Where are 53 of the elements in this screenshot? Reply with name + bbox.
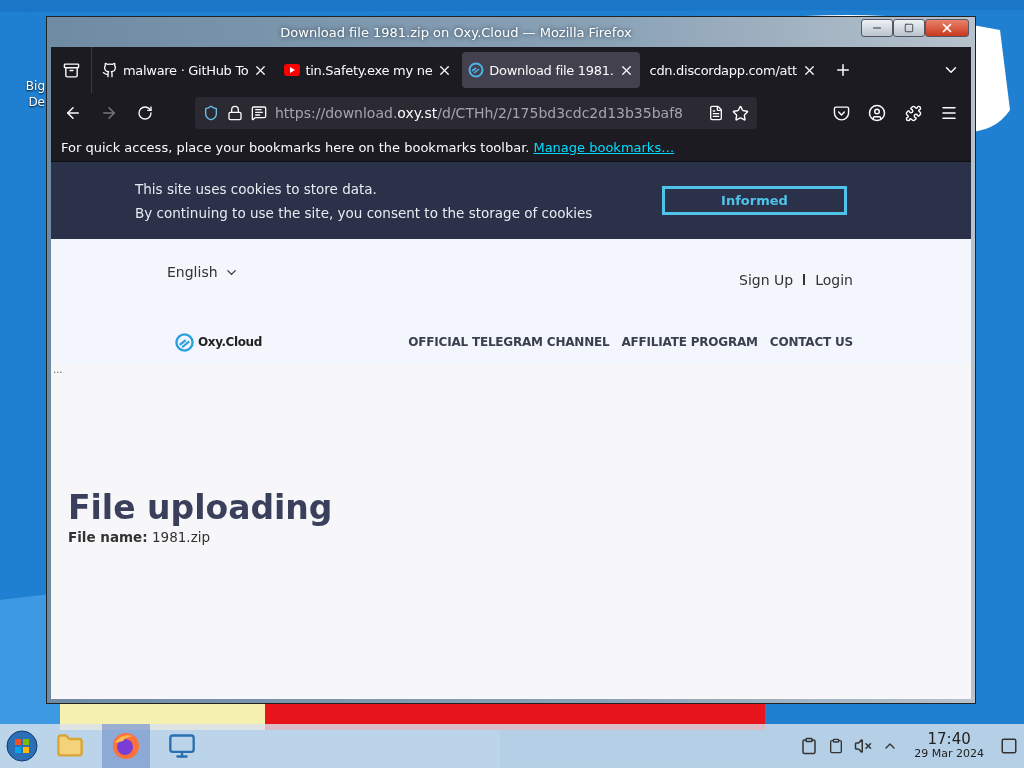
nav-link[interactable]: CONTACT US	[769, 334, 853, 364]
reader-view-icon[interactable]	[708, 105, 724, 121]
language-selector[interactable]: English	[167, 259, 409, 285]
user-icon	[868, 104, 886, 122]
sign-up-link[interactable]: Sign Up	[739, 271, 794, 288]
taskbar-app[interactable]	[102, 724, 150, 768]
login-link[interactable]: Login	[815, 271, 853, 288]
cookie-text: This site uses cookies to store data.	[135, 180, 378, 197]
nav-link[interactable]: AFFILIATE PROGRAM	[621, 334, 758, 364]
logo-text: Oxy.Cloud	[198, 335, 262, 350]
shield-icon[interactable]	[203, 105, 219, 121]
monitor-icon	[168, 732, 196, 760]
bookmark-star-icon[interactable]	[732, 104, 749, 122]
close-button[interactable]	[925, 19, 969, 37]
browser-tab[interactable]: cdn.discordapp.com/att	[643, 52, 823, 88]
informed-button[interactable]: Informed	[662, 186, 847, 215]
lock-icon[interactable]	[227, 105, 243, 121]
puzzle-icon	[904, 104, 922, 122]
clock[interactable]: 17:40 29 Mar 2024	[908, 731, 990, 761]
ellipsis-text: ...	[52, 364, 64, 376]
github-icon	[102, 62, 118, 78]
show-desktop-icon[interactable]	[1000, 737, 1018, 755]
muted-speaker-icon[interactable]	[854, 737, 873, 755]
reload-icon	[137, 105, 153, 121]
maximize-button[interactable]	[893, 19, 925, 37]
clipboard-icon[interactable]	[800, 737, 819, 755]
bookmarks-message: For quick access, place your bookmarks here on the bookmarks toolbar.	[61, 139, 530, 155]
browser-tab[interactable]: tin.Safety.exe my ne	[278, 52, 459, 88]
page-heading: File uploading	[68, 488, 334, 527]
logo-icon	[175, 332, 194, 352]
browser-tab[interactable]: malware · GitHub To	[96, 52, 275, 88]
play-icon	[284, 64, 301, 76]
archive-icon	[62, 61, 80, 79]
file-name-text: File name: 1981.zip	[68, 529, 212, 545]
desktop-icon-label[interactable]: Big	[25, 78, 45, 94]
firefox-icon	[111, 731, 141, 761]
menu-icon	[940, 104, 958, 122]
close-icon	[940, 21, 954, 35]
pocket-icon	[832, 104, 850, 122]
start-button[interactable]	[6, 730, 38, 762]
url-field[interactable]: https://download.oxy.st/d/CTHh/2/175bd3cdc2d13b35baf8	[195, 97, 757, 129]
manage-bookmarks-link[interactable]: Manage bookmarks…	[533, 139, 675, 155]
cookie-text: By continuing to use the site, you consent to the storage of cookies	[135, 204, 594, 221]
window-title: Download file 1981.zip on Oxy.Cloud — Mozilla Firefox	[279, 24, 633, 40]
minimize-button[interactable]	[861, 19, 893, 37]
browser-tab[interactable]: Download file 1981.	[462, 52, 640, 88]
forward-arrow-icon	[100, 104, 118, 122]
folder-icon	[56, 732, 84, 760]
maximize-icon	[904, 23, 914, 33]
desktop-icon-label[interactable]: De	[28, 94, 45, 110]
cloud-swirl-icon	[468, 62, 485, 78]
permissions-icon[interactable]	[251, 105, 267, 121]
nav-link[interactable]: OFFICIAL TELEGRAM CHANNEL	[408, 334, 610, 364]
